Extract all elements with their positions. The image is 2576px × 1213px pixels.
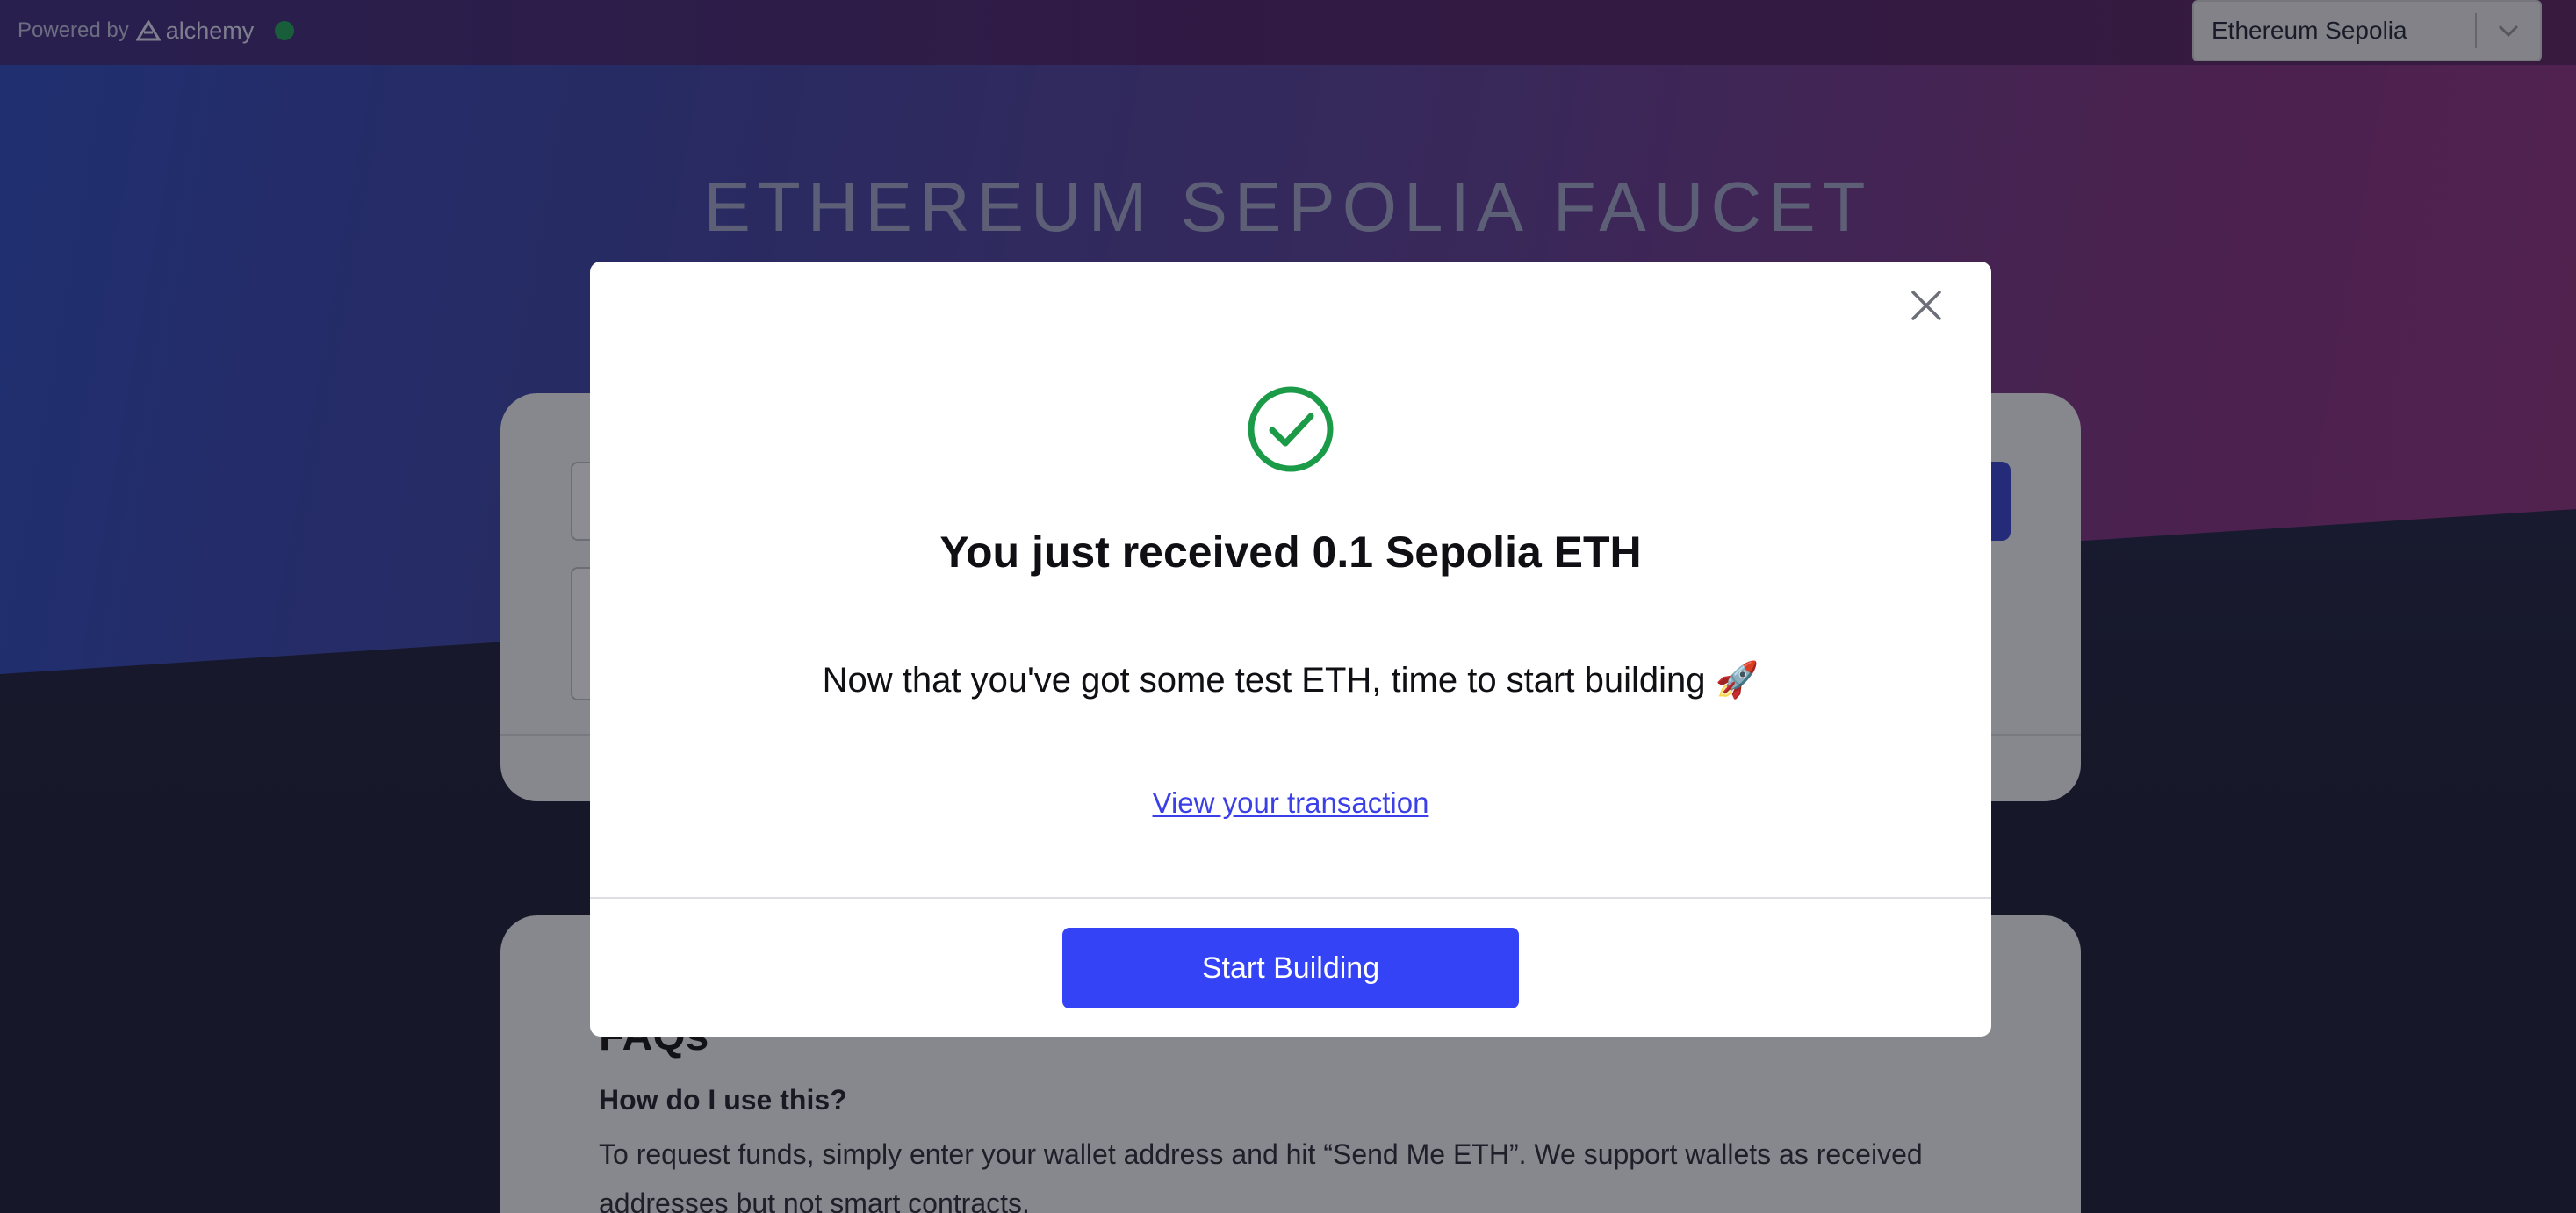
- check-circle-icon: [1248, 386, 1334, 472]
- modal-divider: [590, 897, 1991, 899]
- close-icon[interactable]: [1903, 283, 1949, 328]
- modal-subtext: Now that you've got some test ETH, time …: [822, 661, 1759, 700]
- view-transaction-link[interactable]: View your transaction: [1153, 786, 1429, 819]
- success-modal: You just received 0.1 Sepolia ETH Now th…: [590, 262, 1991, 1037]
- transaction-link-wrapper: View your transaction: [590, 786, 1991, 820]
- modal-heading: You just received 0.1 Sepolia ETH: [939, 528, 1642, 577]
- start-building-button[interactable]: Start Building: [1062, 928, 1519, 1008]
